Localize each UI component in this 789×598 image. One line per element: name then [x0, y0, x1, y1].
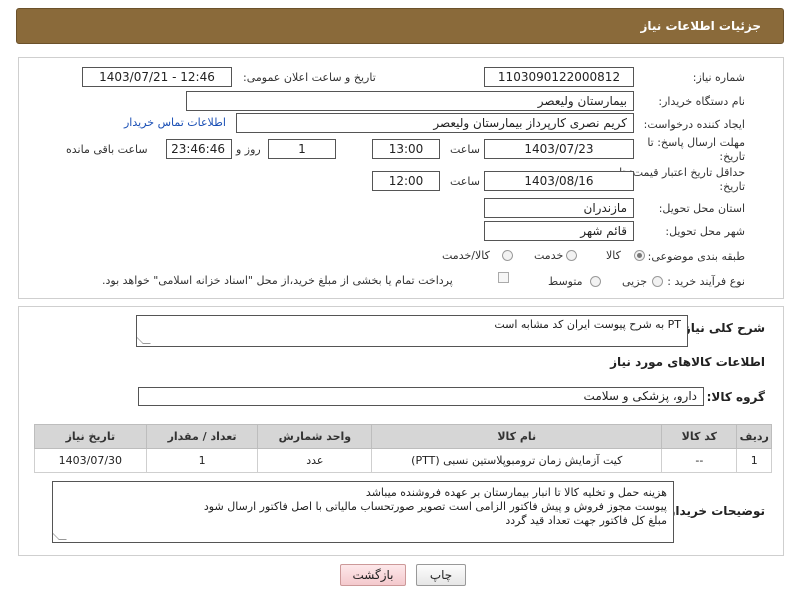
buyer-contact-link[interactable]: اطلاعات تماس خریدار — [124, 116, 226, 129]
back-button[interactable]: بازگشت — [340, 564, 406, 586]
col-row: ردیف — [736, 424, 772, 449]
page-title: جزئیات اطلاعات نیاز — [640, 19, 761, 33]
creator-label: ایجاد کننده درخواست: — [643, 118, 745, 131]
reply-deadline-label: مهلت ارسال پاسخ: تا تاریخ: — [647, 136, 745, 163]
remaining-label: ساعت باقی مانده — [66, 143, 148, 156]
purchase-option-minor: جزیی — [622, 275, 648, 288]
category-radio-goods[interactable] — [634, 250, 645, 261]
resize-handle-icon[interactable] — [53, 532, 67, 540]
need-number-field: 1103090122000812 — [484, 67, 634, 87]
buyer-notes-label: توضیحات خریدار: — [663, 504, 765, 518]
announce-field: 1403/07/21 - 12:46 — [82, 67, 232, 87]
cell-quantity: 1 — [145, 448, 259, 473]
category-radio-service[interactable] — [566, 250, 577, 261]
purchase-radio-minor[interactable] — [652, 276, 663, 287]
days-and-label: روز و — [236, 143, 261, 156]
description-label: شرح کلی نیاز: — [679, 321, 765, 335]
creator-field: کریم نصری کارپرداز بیمارستان ولیعصر — [236, 113, 634, 133]
col-quantity: تعداد / مقدار — [145, 424, 259, 449]
goods-table: ردیف کد کالا نام کالا واحد شمارش تعداد /… — [34, 424, 772, 473]
price-date-field: 1403/08/16 — [484, 171, 634, 191]
reply-time-field: 13:00 — [372, 139, 440, 159]
purchase-option-medium: متوسط — [548, 275, 583, 288]
col-need-date: تاریخ نیاز — [34, 424, 147, 449]
treasury-payment-checkbox[interactable] — [498, 272, 509, 283]
buyer-org-field: بیمارستان ولیعصر — [186, 91, 634, 111]
goods-table-header: ردیف کد کالا نام کالا واحد شمارش تعداد /… — [34, 424, 772, 449]
category-option-goods: کالا — [606, 249, 621, 262]
resize-handle-icon[interactable] — [137, 336, 151, 344]
goods-group-label: گروه کالا: — [706, 390, 765, 404]
province-field: مازندران — [484, 198, 634, 218]
table-row: 1 -- کیت آزمایش زمان ترومبوپلاستین نسبی … — [34, 448, 772, 473]
province-label: استان محل تحویل: — [658, 202, 745, 215]
announce-value: 1403/07/21 - 12:46 — [99, 70, 215, 84]
cell-row: 1 — [736, 448, 772, 473]
cell-need-date: 1403/07/30 — [34, 448, 147, 473]
goods-section-title: اطلاعات کالاهای مورد نیاز — [610, 355, 765, 369]
city-label: شهر محل تحویل: — [665, 225, 745, 238]
category-label: طبقه بندی موضوعی: — [647, 250, 745, 263]
category-option-goods-service: کالا/خدمت — [442, 249, 490, 262]
buyer-note-line: هزینه حمل و تخلیه کالا تا انبار بیمارستا… — [365, 486, 667, 499]
page-header: جزئیات اطلاعات نیاز — [16, 8, 784, 44]
col-code: کد کالا — [661, 424, 738, 449]
reply-time-label: ساعت — [450, 143, 480, 156]
print-button[interactable]: چاپ — [416, 564, 466, 586]
purchase-radio-medium[interactable] — [590, 276, 601, 287]
treasury-payment-note: پرداخت تمام یا بخشی از مبلغ خرید،از محل … — [102, 274, 453, 287]
buyer-note-line: مبلغ کل فاکتور جهت تعداد قید گردد — [505, 514, 667, 527]
reply-date-field: 1403/07/23 — [484, 139, 634, 159]
price-time-field: 12:00 — [372, 171, 440, 191]
category-radio-goods-service[interactable] — [502, 250, 513, 261]
remaining-time-field: 23:46:46 — [166, 139, 232, 159]
city-field: قائم شهر — [484, 221, 634, 241]
days-field: 1 — [268, 139, 336, 159]
buyer-note-line: پیوست مجوز فروش و پیش فاکتور الزامی است … — [203, 500, 667, 513]
cell-name: کیت آزمایش زمان ترومبوپلاستین نسبی (PTT) — [371, 448, 663, 473]
col-unit: واحد شمارش — [257, 424, 373, 449]
buyer-notes-textarea: هزینه حمل و تخلیه کالا تا انبار بیمارستا… — [52, 481, 674, 543]
description-textarea: PT به شرح پیوست ایران کد مشابه است — [136, 315, 688, 347]
category-option-service: خدمت — [534, 249, 564, 262]
need-number-label: شماره نیاز: — [692, 71, 745, 84]
goods-group-field: دارو، پزشکی و سلامت — [138, 387, 704, 406]
col-name: نام کالا — [371, 424, 663, 449]
cell-unit: عدد — [257, 448, 373, 473]
buyer-org-label: نام دستگاه خریدار: — [658, 95, 745, 108]
purchase-type-label: نوع فرآیند خرید : — [667, 275, 745, 288]
price-validity-label: حداقل تاریخ اعتبار قیمت: تا تاریخ: — [619, 166, 745, 193]
announce-label: تاریخ و ساعت اعلان عمومی: — [243, 71, 376, 84]
price-time-label: ساعت — [450, 175, 480, 188]
cell-code: -- — [661, 448, 738, 473]
description-text: PT به شرح پیوست ایران کد مشابه است — [494, 318, 681, 331]
